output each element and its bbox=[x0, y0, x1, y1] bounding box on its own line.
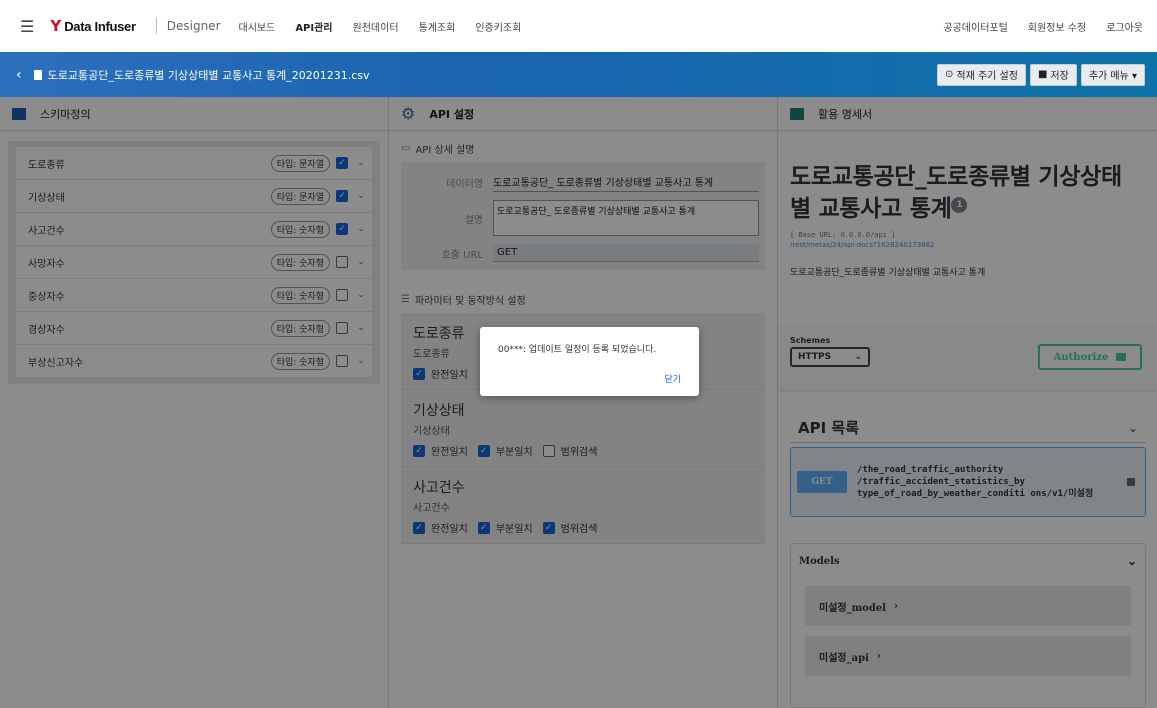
nav-source-data[interactable]: 원천데이터 bbox=[353, 19, 399, 34]
nav-public-data-portal[interactable]: 공공데이터포털 bbox=[943, 19, 1007, 34]
logo-text: Data Infuser bbox=[64, 18, 136, 34]
file-title: 도로교통공단_도로종류별 기상상태별 교통사고 통계_20201231.csv bbox=[47, 68, 370, 82]
save-icon: ■ bbox=[1037, 69, 1048, 80]
back-chevron-icon[interactable]: ‹ bbox=[16, 67, 22, 83]
logo-mark-icon: Y bbox=[50, 17, 62, 35]
logo[interactable]: Y Data Infuser bbox=[50, 17, 136, 35]
dialog-close-button[interactable]: 닫기 bbox=[664, 372, 681, 385]
file-icon bbox=[33, 69, 42, 80]
top-nav: ☰ Y Data Infuser Designer 대시보드 API관리 원천데… bbox=[0, 0, 1157, 52]
file-toolbar: ‹ 도로교통공단_도로종류별 기상상태별 교통사고 통계_20201231.cs… bbox=[0, 52, 1157, 97]
alert-dialog: 00***: 업데이트 일정이 등록 되었습니다. 닫기 bbox=[480, 327, 699, 396]
load-cycle-button[interactable]: ⊙ 적재 주기 설정 bbox=[937, 63, 1026, 86]
save-button[interactable]: ■ 저장 bbox=[1029, 63, 1077, 86]
nav-right: 공공데이터포털 회원정보 수정 로그아웃 bbox=[923, 19, 1143, 34]
menu-icon[interactable]: ☰ bbox=[20, 17, 34, 36]
logo-divider bbox=[155, 18, 157, 34]
modal-backdrop[interactable] bbox=[0, 97, 1157, 708]
nav-api-management[interactable]: API관리 bbox=[295, 19, 332, 34]
toolbar-actions: ⊙ 적재 주기 설정 ■ 저장 추가 메뉴 ▾ bbox=[937, 63, 1145, 86]
dialog-message: 00***: 업데이트 일정이 등록 되었습니다. bbox=[498, 345, 657, 355]
nav-edit-profile[interactable]: 회원정보 수정 bbox=[1028, 19, 1086, 34]
clock-icon: ⊙ bbox=[945, 69, 954, 80]
designer-label: Designer bbox=[166, 19, 221, 33]
nav-logout[interactable]: 로그아웃 bbox=[1106, 19, 1143, 34]
nav-dashboard[interactable]: 대시보드 bbox=[239, 19, 276, 34]
save-label: 저장 bbox=[1050, 71, 1069, 82]
nav-auth-key[interactable]: 인증키조회 bbox=[475, 19, 521, 34]
load-cycle-label: 적재 주기 설정 bbox=[956, 71, 1018, 82]
more-menu-button[interactable]: 추가 메뉴 ▾ bbox=[1080, 63, 1145, 86]
nav-statistics[interactable]: 통계조회 bbox=[419, 19, 456, 34]
